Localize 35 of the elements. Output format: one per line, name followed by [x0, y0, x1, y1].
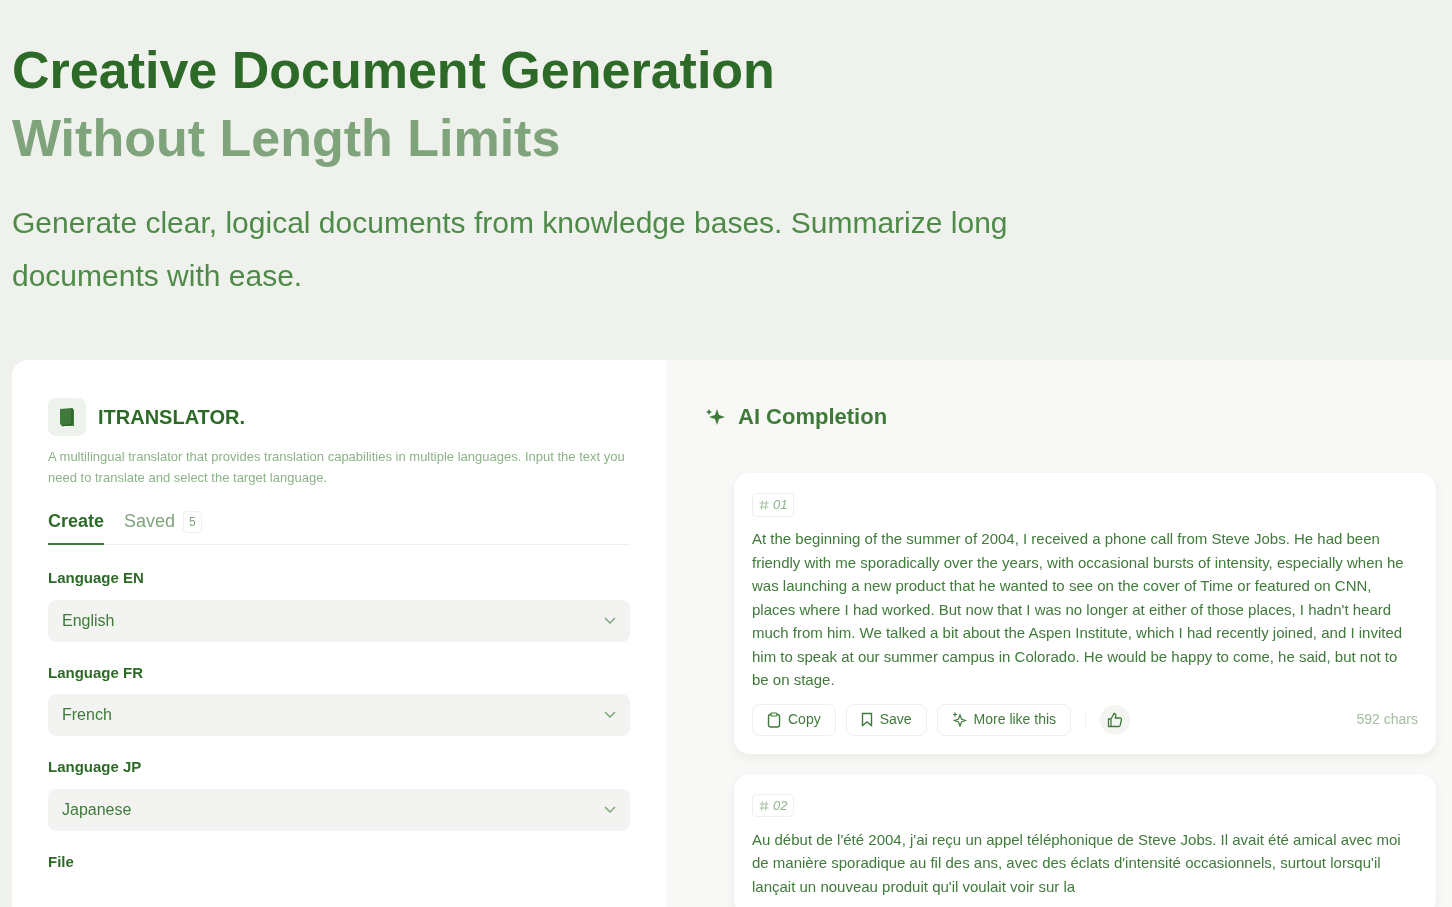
hash-icon	[759, 800, 769, 811]
thumbs-up-button[interactable]	[1100, 704, 1131, 735]
tab[interactable]: Create	[48, 508, 105, 545]
field-label: File	[48, 851, 75, 872]
bookmark-icon	[860, 712, 873, 727]
chevron-down-icon	[604, 616, 616, 625]
panel-title: AI Completion	[738, 403, 888, 431]
result-number-badge: 01	[752, 493, 795, 517]
tab[interactable]: Saved 5	[124, 508, 202, 545]
dropdown[interactable]: Japanese	[48, 788, 630, 831]
hash-icon	[759, 500, 769, 510]
result-text: Au début de l'été 2004, j'ai reçu un appel téléphonique de Steve Jobs. Il avait été amical avec moi de manière sporadique au fil des ans, avec des éclats d'intensité occasionnels, surtout lorsqu'il lançait un nouveau produit qu'il voulait voir sur la	[752, 829, 1402, 897]
clipboard-icon	[767, 711, 781, 728]
app-name: ITRANSLATOR.	[98, 405, 246, 430]
hero-title: Without Length Limits	[12, 108, 562, 169]
dropdown[interactable]: English	[48, 599, 630, 642]
field-label: Language JP	[48, 757, 143, 777]
book-icon	[58, 407, 76, 427]
field-label: Language EN	[48, 568, 145, 588]
hero-title: Creative Document Generation	[12, 40, 776, 101]
sparkle-icon	[951, 712, 967, 727]
app-description: A multilingual translator that provides translation capabilities in multiple languages. Input the text you need to translate and select the target language.	[48, 448, 626, 487]
result-number-badge: 02	[752, 793, 795, 818]
dropdown[interactable]: French	[48, 694, 630, 736]
save-button[interactable]: Save	[845, 703, 927, 736]
count-badge: 5	[183, 510, 202, 533]
field-label: Language FR	[48, 662, 144, 683]
result-text: At the beginning of the summer of 2004, I received a phone call from Steve Jobs. He had been friendly with me sporadically over the years, with occasional bursts of intensity, especially when he was launching a new product that he wanted to see on the cover of Time or featured on CNN, places where I had worked. But now that I was no longer at either of those places, I hadn't heard much from him. We talked a bit about the Aspen Institute, which I had recently joined, and I invited him to speak at our summer campus in Colorado. He would be happy to come, he said, but not to be on stage.	[752, 529, 1405, 690]
more-like-this-button[interactable]: More like this	[936, 703, 1072, 736]
thumbs-up-icon	[1107, 711, 1124, 728]
chevron-down-icon	[604, 805, 616, 814]
character-count: 592 chars	[1356, 710, 1418, 729]
copy-button[interactable]: Copy	[752, 703, 836, 736]
hero-subtitle: Generate clear, logical documents from knowledge bases. Summarize long documents with ease.	[12, 205, 1009, 294]
chevron-down-icon	[604, 711, 616, 719]
